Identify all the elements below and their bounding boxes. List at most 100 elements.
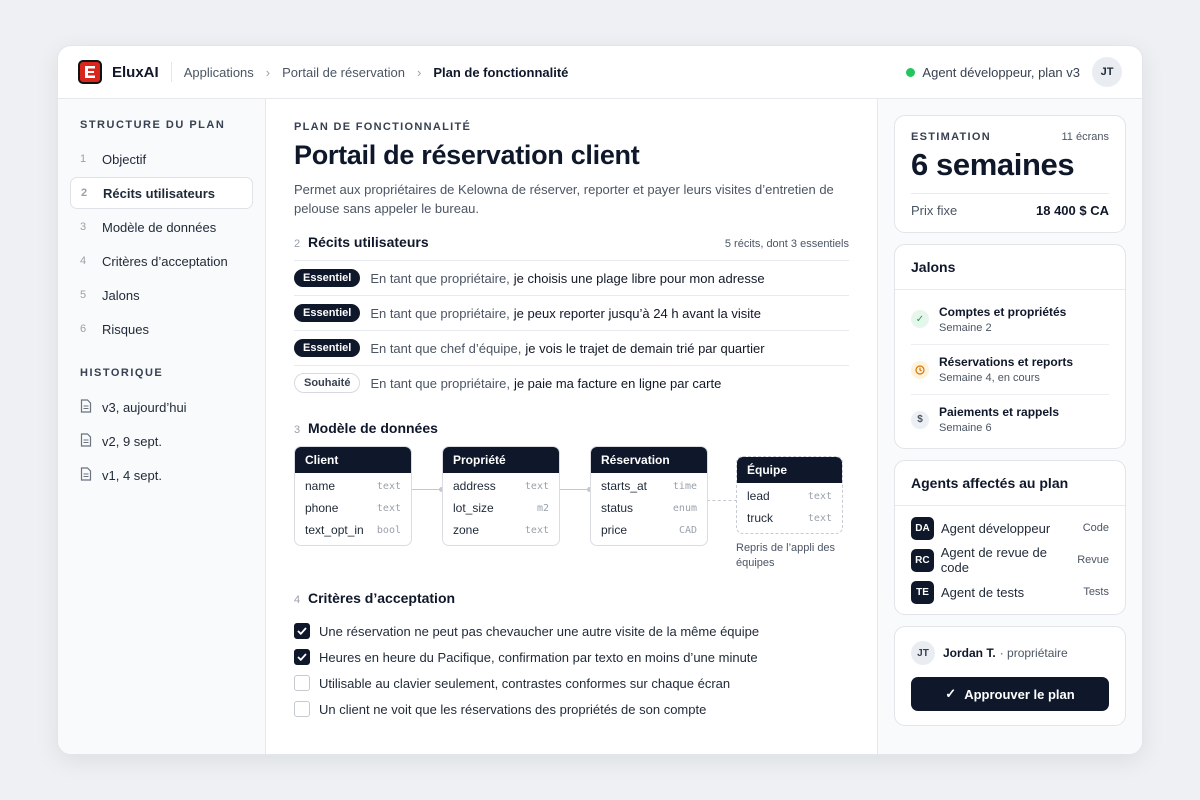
history-item-v2[interactable]: v2, 9 sept. — [70, 425, 253, 457]
history-label: v1, 4 sept. — [102, 467, 162, 483]
sidebar-history-title: HISTORIQUE — [80, 367, 164, 379]
sidebar-item-modele[interactable]: 3 Modèle de données — [70, 211, 253, 243]
field-name: status — [601, 501, 634, 515]
criterion-text: Une réservation ne peut pas chevaucher u… — [319, 623, 760, 639]
field-type: text — [376, 502, 401, 514]
agent-item[interactable]: DA Agent développeur Code — [911, 512, 1109, 544]
approve-button-label: Approuver le plan — [964, 686, 1075, 702]
field-type: time — [672, 480, 697, 492]
screen-count: 11 écrans — [1061, 131, 1110, 143]
entity-reservation[interactable]: Réservation starts_at time status enum pri… — [590, 446, 708, 546]
relation-line — [411, 489, 442, 490]
criterion-text: Un client ne voit que les réservations d… — [319, 701, 707, 717]
agent-avatar: TE — [911, 580, 934, 604]
checkbox-unchecked[interactable] — [294, 675, 310, 691]
entity-name: Équipe — [737, 457, 842, 483]
model-section-header: 3 Modèle de données — [294, 420, 849, 436]
milestone-item[interactable]: $ Paiements et rappels Semaine 6 — [911, 394, 1109, 444]
field-name: address — [453, 479, 496, 493]
relation-line — [559, 489, 590, 490]
sidebar-structure-title: STRUCTURE DU PLAN — [80, 119, 226, 131]
entity-field: truck text — [737, 507, 842, 529]
agent-item[interactable]: RC Agent de revue de code Revue — [911, 544, 1109, 576]
chevron-right-icon: › — [265, 64, 271, 80]
history-item-v3[interactable]: v3, aujourd’hui — [70, 391, 253, 423]
divider — [170, 62, 172, 82]
milestones-card: Jalons ✓ Comptes et propriétés Semaine 2 … — [894, 244, 1126, 449]
eluxai-logo-icon[interactable] — [78, 60, 102, 84]
section-number: 2 — [294, 238, 301, 250]
nav-number: 2 — [81, 187, 88, 199]
approver-avatar: JT — [911, 641, 935, 665]
story-role: En tant que chef d’équipe, — [370, 340, 522, 356]
approve-plan-button[interactable]: ✓ Approuver le plan — [911, 677, 1109, 711]
agent-role: Revue — [1077, 554, 1109, 566]
field-name: lot_size — [453, 501, 494, 515]
field-name: lead — [747, 489, 770, 503]
entity-field: text_opt_in bool — [295, 519, 411, 541]
field-name: starts_at — [601, 479, 648, 493]
sidebar-item-recits[interactable]: 2 Récits utilisateurs — [70, 177, 253, 209]
entity-field: starts_at time — [591, 475, 707, 497]
check-icon: ✓ — [911, 310, 929, 328]
top-bar: EluxAI Applications › Portail de réserva… — [58, 46, 1142, 99]
plan-eyebrow: PLAN DE FONCTIONNALITÉ — [294, 121, 472, 133]
agent-role: Code — [1082, 522, 1109, 534]
field-type: text — [376, 480, 401, 492]
approver-role: · propriétaire — [999, 646, 1068, 660]
field-type: enum — [672, 502, 697, 514]
story-item[interactable]: Essentiel En tant que chef d’équipe, je vo… — [294, 330, 849, 365]
relation-line-dashed — [707, 500, 737, 501]
field-name: price — [601, 523, 628, 537]
checkbox-checked[interactable] — [294, 623, 310, 639]
field-type: m2 — [536, 502, 549, 514]
sidebar-item-criteres[interactable]: 4 Critères d’acceptation — [70, 245, 253, 277]
entity-propriete[interactable]: Propriété address text lot_size m2 zone tex… — [442, 446, 560, 546]
entity-equipe[interactable]: Équipe lead text truck text — [736, 456, 843, 534]
entity-name: Client — [295, 447, 411, 473]
entity-field: address text — [443, 475, 559, 497]
story-item[interactable]: Souhaité En tant que propriétaire, je paie… — [294, 365, 849, 400]
sidebar-item-jalons[interactable]: 5 Jalons — [70, 279, 253, 311]
nav-label: Critères d’acceptation — [102, 253, 228, 269]
section-title: Récits utilisateurs — [308, 234, 429, 250]
story-role: En tant que propriétaire, — [370, 305, 510, 321]
criterion-item: Un client ne voit que les réservations d… — [294, 696, 849, 722]
priority-badge: Essentiel — [294, 339, 361, 357]
agent-name: Agent de revue de code — [940, 545, 1047, 575]
sidebar-item-objectif[interactable]: 1 Objectif — [70, 143, 253, 175]
agent-role: Tests — [1083, 586, 1109, 598]
main-content: PLAN DE FONCTIONNALITÉ Portail de réserv… — [266, 99, 877, 754]
user-avatar[interactable]: JT — [1092, 57, 1122, 87]
field-type: text — [807, 490, 832, 502]
checkbox-checked[interactable] — [294, 649, 310, 665]
criterion-text: Utilisable au clavier seulement, contras… — [319, 675, 731, 691]
entity-field: zone text — [443, 519, 559, 541]
story-item[interactable]: Essentiel En tant que propriétaire, je cho… — [294, 260, 849, 295]
milestone-item[interactable]: Réservations et reports Semaine 4, en cou… — [911, 344, 1109, 394]
agent-status-label: Agent développeur, plan v3 — [922, 64, 1080, 80]
status-dot-icon — [906, 67, 916, 77]
agent-item[interactable]: TE Agent de tests Tests — [911, 576, 1109, 608]
entity-field: name text — [295, 475, 411, 497]
breadcrumb-current: Plan de fonctionnalité — [433, 64, 569, 80]
milestone-title: Paiements et rappels — [939, 405, 1060, 419]
nav-number: 4 — [80, 255, 87, 267]
history-label: v2, 9 sept. — [102, 433, 162, 449]
breadcrumb-applications[interactable]: Applications — [184, 65, 254, 80]
checkbox-unchecked[interactable] — [294, 701, 310, 717]
sidebar-item-risques[interactable]: 6 Risques — [70, 313, 253, 345]
history-item-v1[interactable]: v1, 4 sept. — [70, 459, 253, 491]
stories-list: Essentiel En tant que propriétaire, je cho… — [294, 260, 849, 400]
story-item[interactable]: Essentiel En tant que propriétaire, je peu… — [294, 295, 849, 330]
entity-client[interactable]: Client name text phone text text_opt_in boo… — [294, 446, 412, 546]
agent-avatar: RC — [911, 548, 934, 572]
page-title: Portail de réservation client — [294, 140, 640, 170]
nav-label: Modèle de données — [102, 219, 217, 235]
milestone-subtitle: Semaine 2 — [939, 321, 992, 334]
milestone-item[interactable]: ✓ Comptes et propriétés Semaine 2 — [895, 294, 1125, 344]
nav-number: 5 — [80, 289, 87, 301]
brand-name[interactable]: EluxAI — [112, 64, 159, 81]
criterion-text: Heures en heure du Pacifique, confirmati… — [319, 649, 758, 665]
breadcrumb-portal[interactable]: Portail de réservation — [282, 65, 405, 80]
